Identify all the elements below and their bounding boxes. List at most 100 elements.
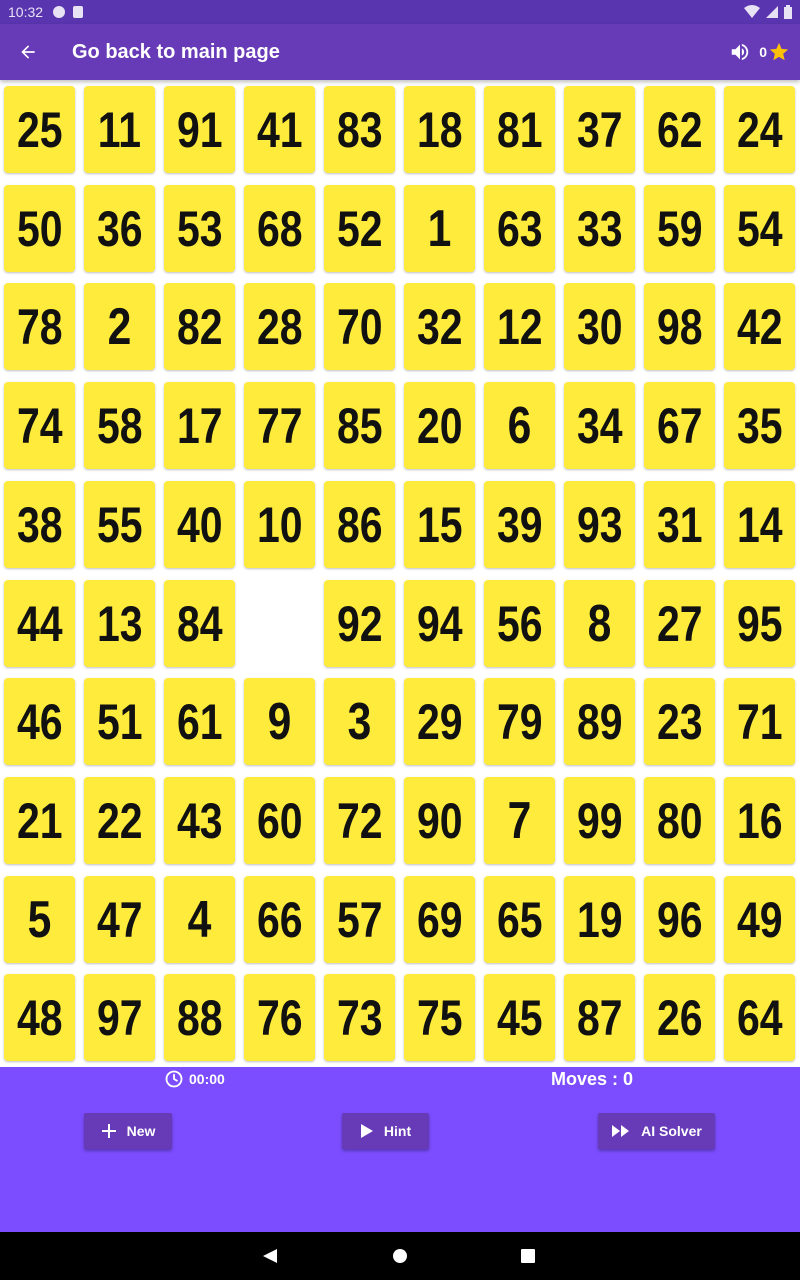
page-title[interactable]: Go back to main page bbox=[72, 41, 280, 64]
puzzle-tile[interactable]: 41 bbox=[244, 86, 315, 173]
puzzle-tile[interactable]: 62 bbox=[644, 86, 715, 173]
puzzle-tile[interactable]: 33 bbox=[564, 185, 635, 272]
puzzle-tile[interactable]: 16 bbox=[724, 777, 795, 864]
puzzle-tile[interactable]: 9 bbox=[244, 678, 315, 765]
puzzle-tile[interactable]: 36 bbox=[84, 185, 155, 272]
puzzle-tile[interactable]: 2 bbox=[84, 283, 155, 370]
puzzle-tile[interactable]: 64 bbox=[724, 974, 795, 1061]
puzzle-tile[interactable]: 39 bbox=[484, 481, 555, 568]
puzzle-tile[interactable]: 21 bbox=[4, 777, 75, 864]
puzzle-tile[interactable]: 70 bbox=[324, 283, 395, 370]
puzzle-tile[interactable]: 69 bbox=[404, 876, 475, 963]
puzzle-tile[interactable]: 1 bbox=[404, 185, 475, 272]
puzzle-tile[interactable]: 82 bbox=[164, 283, 235, 370]
ai-solver-button[interactable]: AI Solver bbox=[598, 1113, 715, 1149]
puzzle-tile[interactable]: 89 bbox=[564, 678, 635, 765]
puzzle-tile[interactable]: 47 bbox=[84, 876, 155, 963]
puzzle-tile[interactable]: 25 bbox=[4, 86, 75, 173]
puzzle-tile[interactable]: 13 bbox=[84, 580, 155, 667]
puzzle-tile[interactable]: 26 bbox=[644, 974, 715, 1061]
puzzle-tile[interactable]: 85 bbox=[324, 382, 395, 469]
puzzle-tile[interactable]: 27 bbox=[644, 580, 715, 667]
puzzle-tile[interactable]: 56 bbox=[484, 580, 555, 667]
puzzle-tile[interactable]: 19 bbox=[564, 876, 635, 963]
puzzle-tile[interactable]: 20 bbox=[404, 382, 475, 469]
puzzle-tile[interactable]: 83 bbox=[324, 86, 395, 173]
puzzle-tile[interactable]: 48 bbox=[4, 974, 75, 1061]
puzzle-tile[interactable]: 88 bbox=[164, 974, 235, 1061]
puzzle-tile[interactable]: 66 bbox=[244, 876, 315, 963]
puzzle-tile[interactable]: 42 bbox=[724, 283, 795, 370]
puzzle-tile[interactable]: 52 bbox=[324, 185, 395, 272]
puzzle-tile[interactable]: 59 bbox=[644, 185, 715, 272]
puzzle-tile[interactable]: 28 bbox=[244, 283, 315, 370]
hint-button[interactable]: Hint bbox=[342, 1113, 429, 1149]
puzzle-tile[interactable]: 75 bbox=[404, 974, 475, 1061]
puzzle-tile[interactable]: 68 bbox=[244, 185, 315, 272]
puzzle-tile[interactable]: 76 bbox=[244, 974, 315, 1061]
puzzle-tile[interactable]: 24 bbox=[724, 86, 795, 173]
puzzle-tile[interactable]: 80 bbox=[644, 777, 715, 864]
puzzle-tile[interactable]: 98 bbox=[644, 283, 715, 370]
puzzle-tile[interactable]: 43 bbox=[164, 777, 235, 864]
puzzle-tile[interactable]: 96 bbox=[644, 876, 715, 963]
puzzle-tile[interactable]: 60 bbox=[244, 777, 315, 864]
puzzle-tile[interactable]: 6 bbox=[484, 382, 555, 469]
sound-toggle-button[interactable] bbox=[725, 32, 755, 72]
puzzle-tile[interactable]: 74 bbox=[4, 382, 75, 469]
puzzle-tile[interactable]: 86 bbox=[324, 481, 395, 568]
puzzle-tile[interactable]: 8 bbox=[564, 580, 635, 667]
puzzle-tile[interactable]: 12 bbox=[484, 283, 555, 370]
puzzle-tile[interactable]: 17 bbox=[164, 382, 235, 469]
puzzle-tile[interactable]: 99 bbox=[564, 777, 635, 864]
puzzle-tile[interactable]: 95 bbox=[724, 580, 795, 667]
puzzle-tile[interactable]: 29 bbox=[404, 678, 475, 765]
puzzle-tile[interactable]: 81 bbox=[484, 86, 555, 173]
puzzle-tile[interactable]: 15 bbox=[404, 481, 475, 568]
puzzle-tile[interactable]: 46 bbox=[4, 678, 75, 765]
puzzle-tile[interactable]: 45 bbox=[484, 974, 555, 1061]
nav-recents-button[interactable] bbox=[521, 1249, 535, 1263]
puzzle-tile[interactable]: 5 bbox=[4, 876, 75, 963]
puzzle-tile[interactable]: 31 bbox=[644, 481, 715, 568]
puzzle-tile[interactable]: 53 bbox=[164, 185, 235, 272]
puzzle-tile[interactable]: 11 bbox=[84, 86, 155, 173]
puzzle-tile[interactable]: 61 bbox=[164, 678, 235, 765]
puzzle-tile[interactable]: 92 bbox=[324, 580, 395, 667]
puzzle-tile[interactable]: 32 bbox=[404, 283, 475, 370]
puzzle-tile[interactable]: 7 bbox=[484, 777, 555, 864]
puzzle-tile[interactable]: 38 bbox=[4, 481, 75, 568]
puzzle-tile[interactable]: 72 bbox=[324, 777, 395, 864]
puzzle-tile[interactable]: 51 bbox=[84, 678, 155, 765]
puzzle-tile[interactable]: 87 bbox=[564, 974, 635, 1061]
back-button[interactable] bbox=[0, 24, 56, 80]
puzzle-tile[interactable]: 14 bbox=[724, 481, 795, 568]
puzzle-tile[interactable]: 73 bbox=[324, 974, 395, 1061]
puzzle-tile[interactable]: 90 bbox=[404, 777, 475, 864]
puzzle-tile[interactable]: 50 bbox=[4, 185, 75, 272]
puzzle-tile[interactable]: 79 bbox=[484, 678, 555, 765]
puzzle-tile[interactable]: 58 bbox=[84, 382, 155, 469]
puzzle-tile[interactable]: 18 bbox=[404, 86, 475, 173]
puzzle-tile[interactable]: 22 bbox=[84, 777, 155, 864]
puzzle-tile[interactable]: 10 bbox=[244, 481, 315, 568]
puzzle-tile[interactable]: 49 bbox=[724, 876, 795, 963]
puzzle-tile[interactable]: 34 bbox=[564, 382, 635, 469]
puzzle-tile[interactable]: 77 bbox=[244, 382, 315, 469]
puzzle-tile[interactable]: 55 bbox=[84, 481, 155, 568]
puzzle-tile[interactable]: 84 bbox=[164, 580, 235, 667]
nav-back-button[interactable] bbox=[262, 1248, 278, 1264]
puzzle-tile[interactable]: 37 bbox=[564, 86, 635, 173]
puzzle-tile[interactable]: 91 bbox=[164, 86, 235, 173]
puzzle-tile[interactable]: 65 bbox=[484, 876, 555, 963]
puzzle-tile[interactable]: 40 bbox=[164, 481, 235, 568]
puzzle-tile[interactable]: 67 bbox=[644, 382, 715, 469]
puzzle-tile[interactable]: 57 bbox=[324, 876, 395, 963]
puzzle-tile[interactable]: 30 bbox=[564, 283, 635, 370]
puzzle-tile[interactable]: 71 bbox=[724, 678, 795, 765]
puzzle-tile[interactable]: 93 bbox=[564, 481, 635, 568]
puzzle-tile[interactable]: 78 bbox=[4, 283, 75, 370]
puzzle-tile[interactable]: 4 bbox=[164, 876, 235, 963]
nav-home-button[interactable] bbox=[392, 1248, 408, 1264]
new-game-button[interactable]: New bbox=[84, 1113, 172, 1149]
